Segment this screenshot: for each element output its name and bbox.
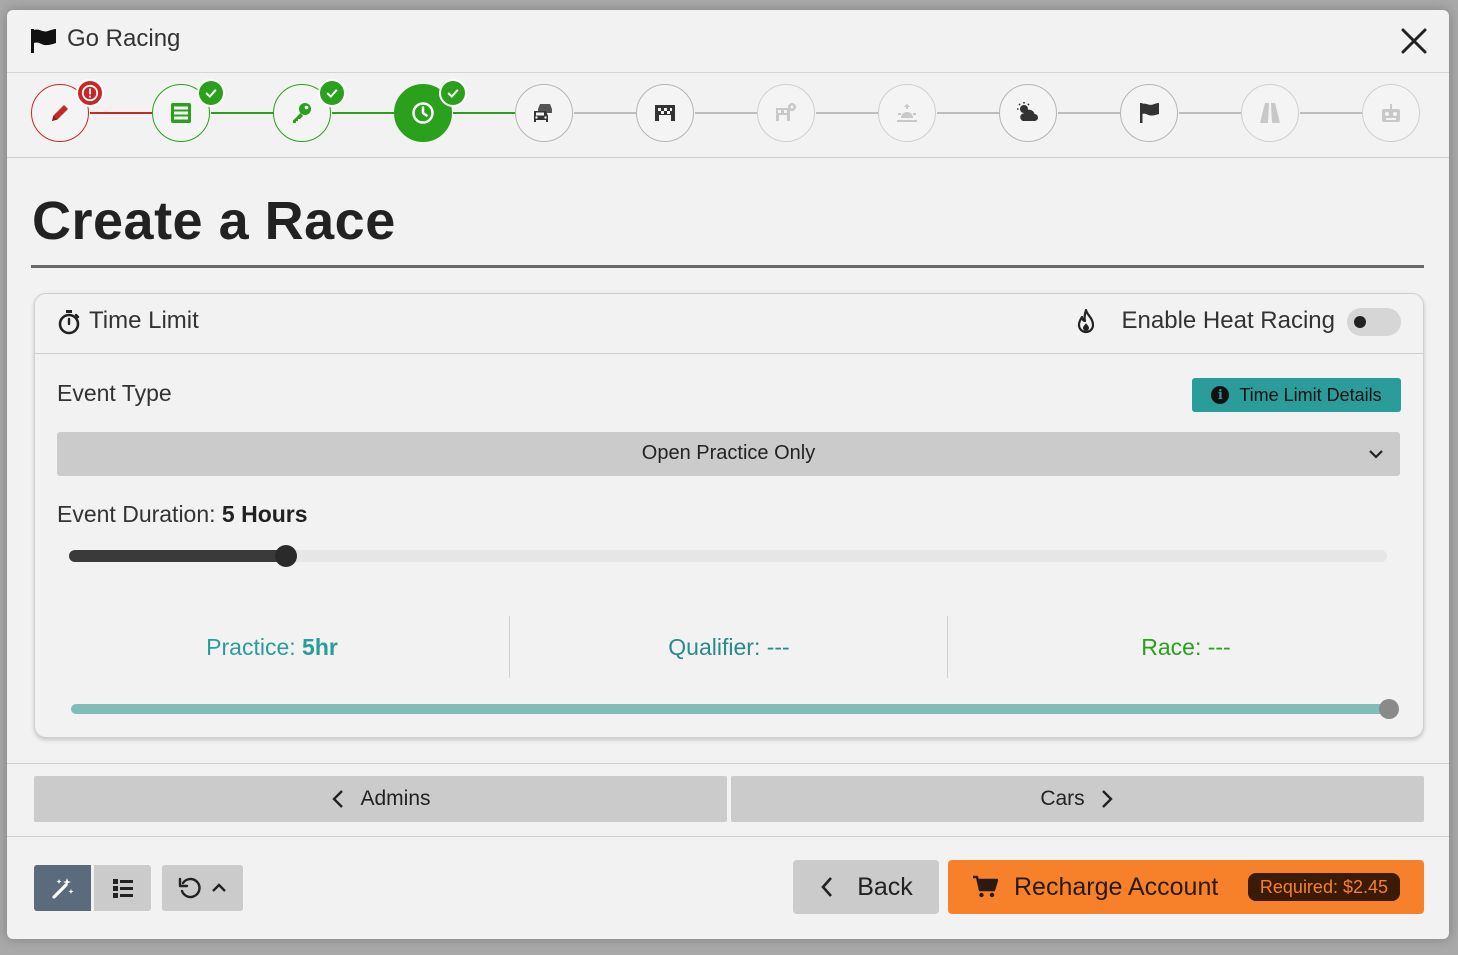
step-connector <box>1058 112 1120 114</box>
time-limit-card: Time Limit Enable Heat Racing Event Type… <box>34 293 1424 738</box>
back-button[interactable]: Back <box>793 860 939 914</box>
step-details[interactable] <box>31 79 104 142</box>
heat-racing-label: Enable Heat Racing <box>1121 307 1335 334</box>
close-icon[interactable] <box>1399 26 1429 56</box>
duration-slider-handle[interactable] <box>275 545 298 567</box>
step-connector <box>695 112 757 114</box>
required-amount-badge: Required: $2.45 <box>1247 873 1400 901</box>
check-badge-icon <box>197 79 225 107</box>
check-badge-icon <box>318 79 346 107</box>
prev-section-button[interactable]: Admins <box>34 776 727 822</box>
step-connector <box>574 112 636 114</box>
step-connector <box>453 112 515 114</box>
chevron-left-icon <box>332 790 344 808</box>
cars-icon <box>534 104 552 122</box>
practice-label: Practice: <box>206 633 296 660</box>
track-settings-icon <box>776 103 796 121</box>
step-time-limit[interactable] <box>394 79 467 142</box>
chevron-down-icon <box>1369 450 1383 459</box>
event-duration-label: Event Duration: 5 Hours <box>57 501 308 528</box>
pencil-icon <box>52 105 68 121</box>
undo-menu-button[interactable] <box>162 865 243 911</box>
section-nav: Admins Cars <box>7 763 1449 837</box>
server-icon <box>171 103 191 123</box>
magic-wand-icon <box>51 878 73 899</box>
road-icon <box>1260 103 1280 123</box>
toggle-knob <box>1354 316 1366 328</box>
step-time-of-day[interactable] <box>878 84 936 142</box>
practice-summary: Practice: 5hr <box>35 616 509 678</box>
prev-section-label: Admins <box>360 787 431 810</box>
split-slider-handle[interactable] <box>1379 699 1399 719</box>
step-track-settings[interactable] <box>757 84 815 142</box>
error-badge-icon <box>76 79 104 107</box>
info-icon: i <box>1211 386 1230 404</box>
practice-value: 5hr <box>302 633 338 660</box>
wizard-mode-button[interactable] <box>34 865 91 911</box>
step-server[interactable] <box>152 79 225 142</box>
chevron-left-icon <box>821 877 833 897</box>
step-connector <box>1300 112 1362 114</box>
step-cars[interactable] <box>515 84 573 142</box>
sunrise-icon <box>897 103 917 122</box>
race-summary: Race: --- <box>947 616 1424 678</box>
time-limit-details-button[interactable]: i Time Limit Details <box>1192 378 1401 412</box>
card-header: Time Limit Enable Heat Racing <box>35 294 1423 354</box>
step-connector <box>211 112 273 114</box>
check-badge-icon <box>439 79 467 107</box>
list-mode-button[interactable] <box>94 865 151 911</box>
duration-slider-fill <box>69 550 287 562</box>
heat-racing-toggle[interactable] <box>1347 308 1401 336</box>
step-track[interactable] <box>636 84 694 142</box>
chevron-up-icon <box>211 883 226 892</box>
clock-icon <box>412 102 434 124</box>
undo-icon <box>178 877 201 899</box>
card-title: Time Limit <box>89 307 199 334</box>
robot-icon <box>1382 104 1400 122</box>
step-road[interactable] <box>1241 84 1299 142</box>
step-connector <box>937 112 999 114</box>
step-connector <box>90 112 152 114</box>
page-title: Create a Race <box>32 191 396 251</box>
step-robot[interactable] <box>1362 84 1420 142</box>
event-duration-slider[interactable] <box>69 545 1387 567</box>
track-gate-icon <box>655 105 675 121</box>
stopwatch-icon <box>58 310 80 335</box>
duration-label-text: Event Duration: <box>57 501 216 527</box>
recharge-label: Recharge Account <box>1014 873 1219 901</box>
event-type-select[interactable]: Open Practice Only <box>57 432 1400 476</box>
title-bar: Go Racing <box>7 10 1449 73</box>
event-type-value: Open Practice Only <box>641 442 816 464</box>
wizard-stepper <box>7 73 1449 158</box>
flag-icon <box>31 29 56 53</box>
cart-icon <box>973 875 998 898</box>
event-type-label: Event Type <box>57 380 172 406</box>
duration-value: 5 Hours <box>221 501 308 527</box>
back-label: Back <box>857 872 913 901</box>
next-section-label: Cars <box>1040 787 1085 810</box>
window-title: Go Racing <box>67 25 181 52</box>
recharge-account-button[interactable]: Recharge Account Required: $2.45 <box>948 860 1424 914</box>
session-split-slider[interactable] <box>71 699 1399 719</box>
next-section-button[interactable]: Cars <box>731 776 1424 822</box>
details-button-label: Time Limit Details <box>1239 384 1382 405</box>
flag-icon <box>1140 103 1159 123</box>
fire-icon <box>1077 309 1095 334</box>
chevron-right-icon <box>1101 790 1113 808</box>
step-connector <box>816 112 878 114</box>
list-icon <box>112 879 133 898</box>
step-weather[interactable] <box>999 84 1057 142</box>
key-icon <box>293 103 311 123</box>
step-connector <box>1179 112 1241 114</box>
qualifier-summary: Qualifier: --- <box>509 616 948 678</box>
go-racing-dialog: Go Racing Create a Race Time Limit Enabl… <box>7 10 1449 939</box>
heading-divider <box>31 265 1424 268</box>
step-connector <box>332 112 394 114</box>
footer-toolbar: Back Recharge Account Required: $2.45 <box>7 836 1449 939</box>
weather-icon <box>1017 102 1038 121</box>
step-finish[interactable] <box>1120 84 1178 142</box>
step-access[interactable] <box>273 79 346 142</box>
